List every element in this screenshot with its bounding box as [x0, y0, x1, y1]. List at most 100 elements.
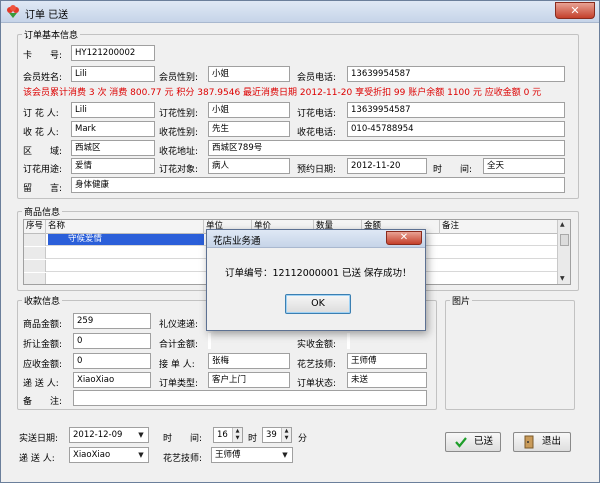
order-status-field[interactable]: 未送 — [347, 372, 427, 388]
member-summary-text: 该会员累计消费 3 次 消费 800.77 元 积分 387.9546 最近消费… — [23, 88, 542, 98]
goods-title: 商品信息 — [22, 205, 63, 218]
receiver-gender-field[interactable]: 先生 — [208, 121, 290, 137]
col-index[interactable]: 序号 — [24, 220, 46, 234]
florist-label: 花艺技师: — [297, 360, 337, 370]
minute-spinner[interactable]: 39 ▲ ▼ — [262, 427, 292, 443]
exit-icon — [524, 435, 534, 449]
courier-field[interactable]: XiaoXiao — [73, 372, 151, 388]
hour-spinner[interactable]: 16 ▲ ▼ — [213, 427, 243, 443]
member-name-label: 会员姓名: — [23, 73, 63, 83]
member-name-field[interactable]: Lili — [71, 66, 155, 82]
scroll-thumb[interactable] — [560, 234, 569, 246]
courier-label: 递 送 人: — [23, 379, 59, 389]
scroll-down-icon[interactable]: ▼ — [560, 275, 565, 282]
receiver-gender-label: 收花性别: — [159, 128, 199, 138]
exit-button[interactable]: 退出 — [513, 432, 571, 452]
buyer-gender-field[interactable]: 小姐 — [208, 102, 290, 118]
bottom-courier-label: 递 送 人: — [19, 454, 55, 464]
appointment-date-field[interactable]: 2012-11-20 — [347, 158, 427, 174]
col-name[interactable]: 名称 — [46, 220, 204, 234]
note-field[interactable] — [73, 390, 427, 406]
message-field[interactable]: 身体健康 — [71, 177, 565, 193]
scroll-up-icon[interactable]: ▲ — [560, 221, 565, 228]
col-remark[interactable]: 备注 — [440, 220, 558, 234]
row-header[interactable] — [24, 260, 46, 272]
total-label: 合计金额: — [159, 340, 199, 350]
hour-unit: 时 — [248, 434, 258, 444]
order-type-field[interactable]: 客户上门 — [208, 372, 290, 388]
dialog-title-bar[interactable]: 花店业务通 ✕ — [207, 230, 425, 248]
dialog-title: 花店业务通 — [213, 236, 261, 247]
ship-date-value: 2012-12-09 — [73, 430, 123, 440]
buyer-gender-label: 订花性别: — [159, 109, 199, 119]
member-gender-field[interactable]: 小姐 — [208, 66, 290, 82]
bottom-courier-select[interactable]: XiaoXiao ▼ — [69, 447, 149, 463]
save-success-dialog: 花店业务通 ✕ 订单编号：12112000001 已送 保存成功！ OK — [206, 229, 426, 331]
total-field[interactable] — [208, 333, 211, 349]
ceremony-label: 礼仪速递: — [159, 320, 199, 330]
handler-field[interactable]: 张梅 — [208, 353, 290, 369]
receiver-phone-label: 收花电话: — [297, 128, 337, 138]
buyer-field[interactable]: Lili — [71, 102, 155, 118]
flower-app-icon — [7, 5, 19, 18]
member-gender-label: 会员性别: — [159, 73, 199, 83]
address-label: 收花地址: — [159, 147, 199, 157]
dropdown-arrow-icon[interactable]: ▼ — [135, 449, 147, 461]
appointment-time-field[interactable]: 全天 — [483, 158, 565, 174]
area-field[interactable]: 西城区 — [71, 140, 155, 156]
buyer-label: 订 花 人: — [23, 109, 59, 119]
goods-amount-field[interactable]: 259 — [73, 313, 151, 329]
grid-vertical-scrollbar[interactable]: ▲ ▼ — [557, 220, 570, 284]
receiver-field[interactable]: Mark — [71, 121, 155, 137]
usage-field[interactable]: 爱情 — [71, 158, 155, 174]
usage-label: 订花用途: — [23, 165, 63, 175]
target-label: 订花对象: — [159, 165, 199, 175]
order-window: 订单 已送 ✕ 订单基本信息 卡 号: HY121200002 会员姓名: Li… — [0, 0, 600, 483]
row-header[interactable] — [24, 234, 46, 246]
basic-info-title: 订单基本信息 — [22, 28, 81, 41]
minute-value: 39 — [266, 430, 277, 440]
due-label: 应收金额: — [23, 360, 63, 370]
hour-value: 16 — [217, 430, 228, 440]
window-close-button[interactable]: ✕ — [555, 2, 595, 19]
card-label: 卡 号: — [23, 51, 63, 61]
spin-arrows-icon[interactable]: ▲ ▼ — [232, 428, 242, 442]
appointment-time-label: 时 间: — [433, 165, 473, 175]
discount-field[interactable]: 0 — [73, 333, 151, 349]
payment-title: 收款信息 — [22, 294, 63, 307]
check-icon — [455, 437, 467, 448]
discount-label: 折让金额: — [23, 340, 63, 350]
dialog-close-button[interactable]: ✕ — [386, 231, 422, 245]
member-phone-label: 会员电话: — [297, 73, 337, 83]
selected-item-cell[interactable]: 守候爱情 — [48, 234, 204, 245]
buyer-phone-label: 订花电话: — [297, 109, 337, 119]
message-label: 留 言: — [23, 184, 63, 194]
row-header[interactable] — [24, 273, 46, 284]
order-type-label: 订单类型: — [159, 379, 199, 389]
ship-time-label: 时 间: — [163, 434, 203, 444]
card-field[interactable]: HY121200002 — [71, 45, 155, 61]
goods-amount-label: 商品金额: — [23, 320, 63, 330]
bottom-florist-select[interactable]: 王师傅 ▼ — [211, 447, 293, 463]
florist-field[interactable]: 王师傅 — [347, 353, 427, 369]
appointment-date-label: 预约日期: — [297, 165, 337, 175]
address-field[interactable]: 西城区789号 — [208, 140, 565, 156]
order-status-label: 订单状态: — [297, 379, 337, 389]
dropdown-arrow-icon[interactable]: ▼ — [135, 429, 147, 441]
target-field[interactable]: 病人 — [208, 158, 290, 174]
note-label: 备 注: — [23, 397, 63, 407]
spin-arrows-icon[interactable]: ▲ ▼ — [281, 428, 291, 442]
ship-date-picker[interactable]: 2012-12-09 ▼ — [69, 427, 149, 443]
sent-button[interactable]: 已送 — [445, 432, 501, 452]
ok-button[interactable]: OK — [285, 294, 351, 314]
buyer-phone-field[interactable]: 13639954587 — [347, 102, 565, 118]
receiver-phone-field[interactable]: 010-45788954 — [347, 121, 565, 137]
member-phone-field[interactable]: 13639954587 — [347, 66, 565, 82]
title-bar[interactable]: 订单 已送 ✕ — [1, 1, 599, 23]
due-field[interactable]: 0 — [73, 353, 151, 369]
handler-label: 接 单 人: — [159, 360, 195, 370]
received-field[interactable] — [347, 333, 350, 349]
ship-date-label: 实送日期: — [19, 434, 59, 444]
row-header[interactable] — [24, 247, 46, 259]
dropdown-arrow-icon[interactable]: ▼ — [279, 449, 291, 461]
